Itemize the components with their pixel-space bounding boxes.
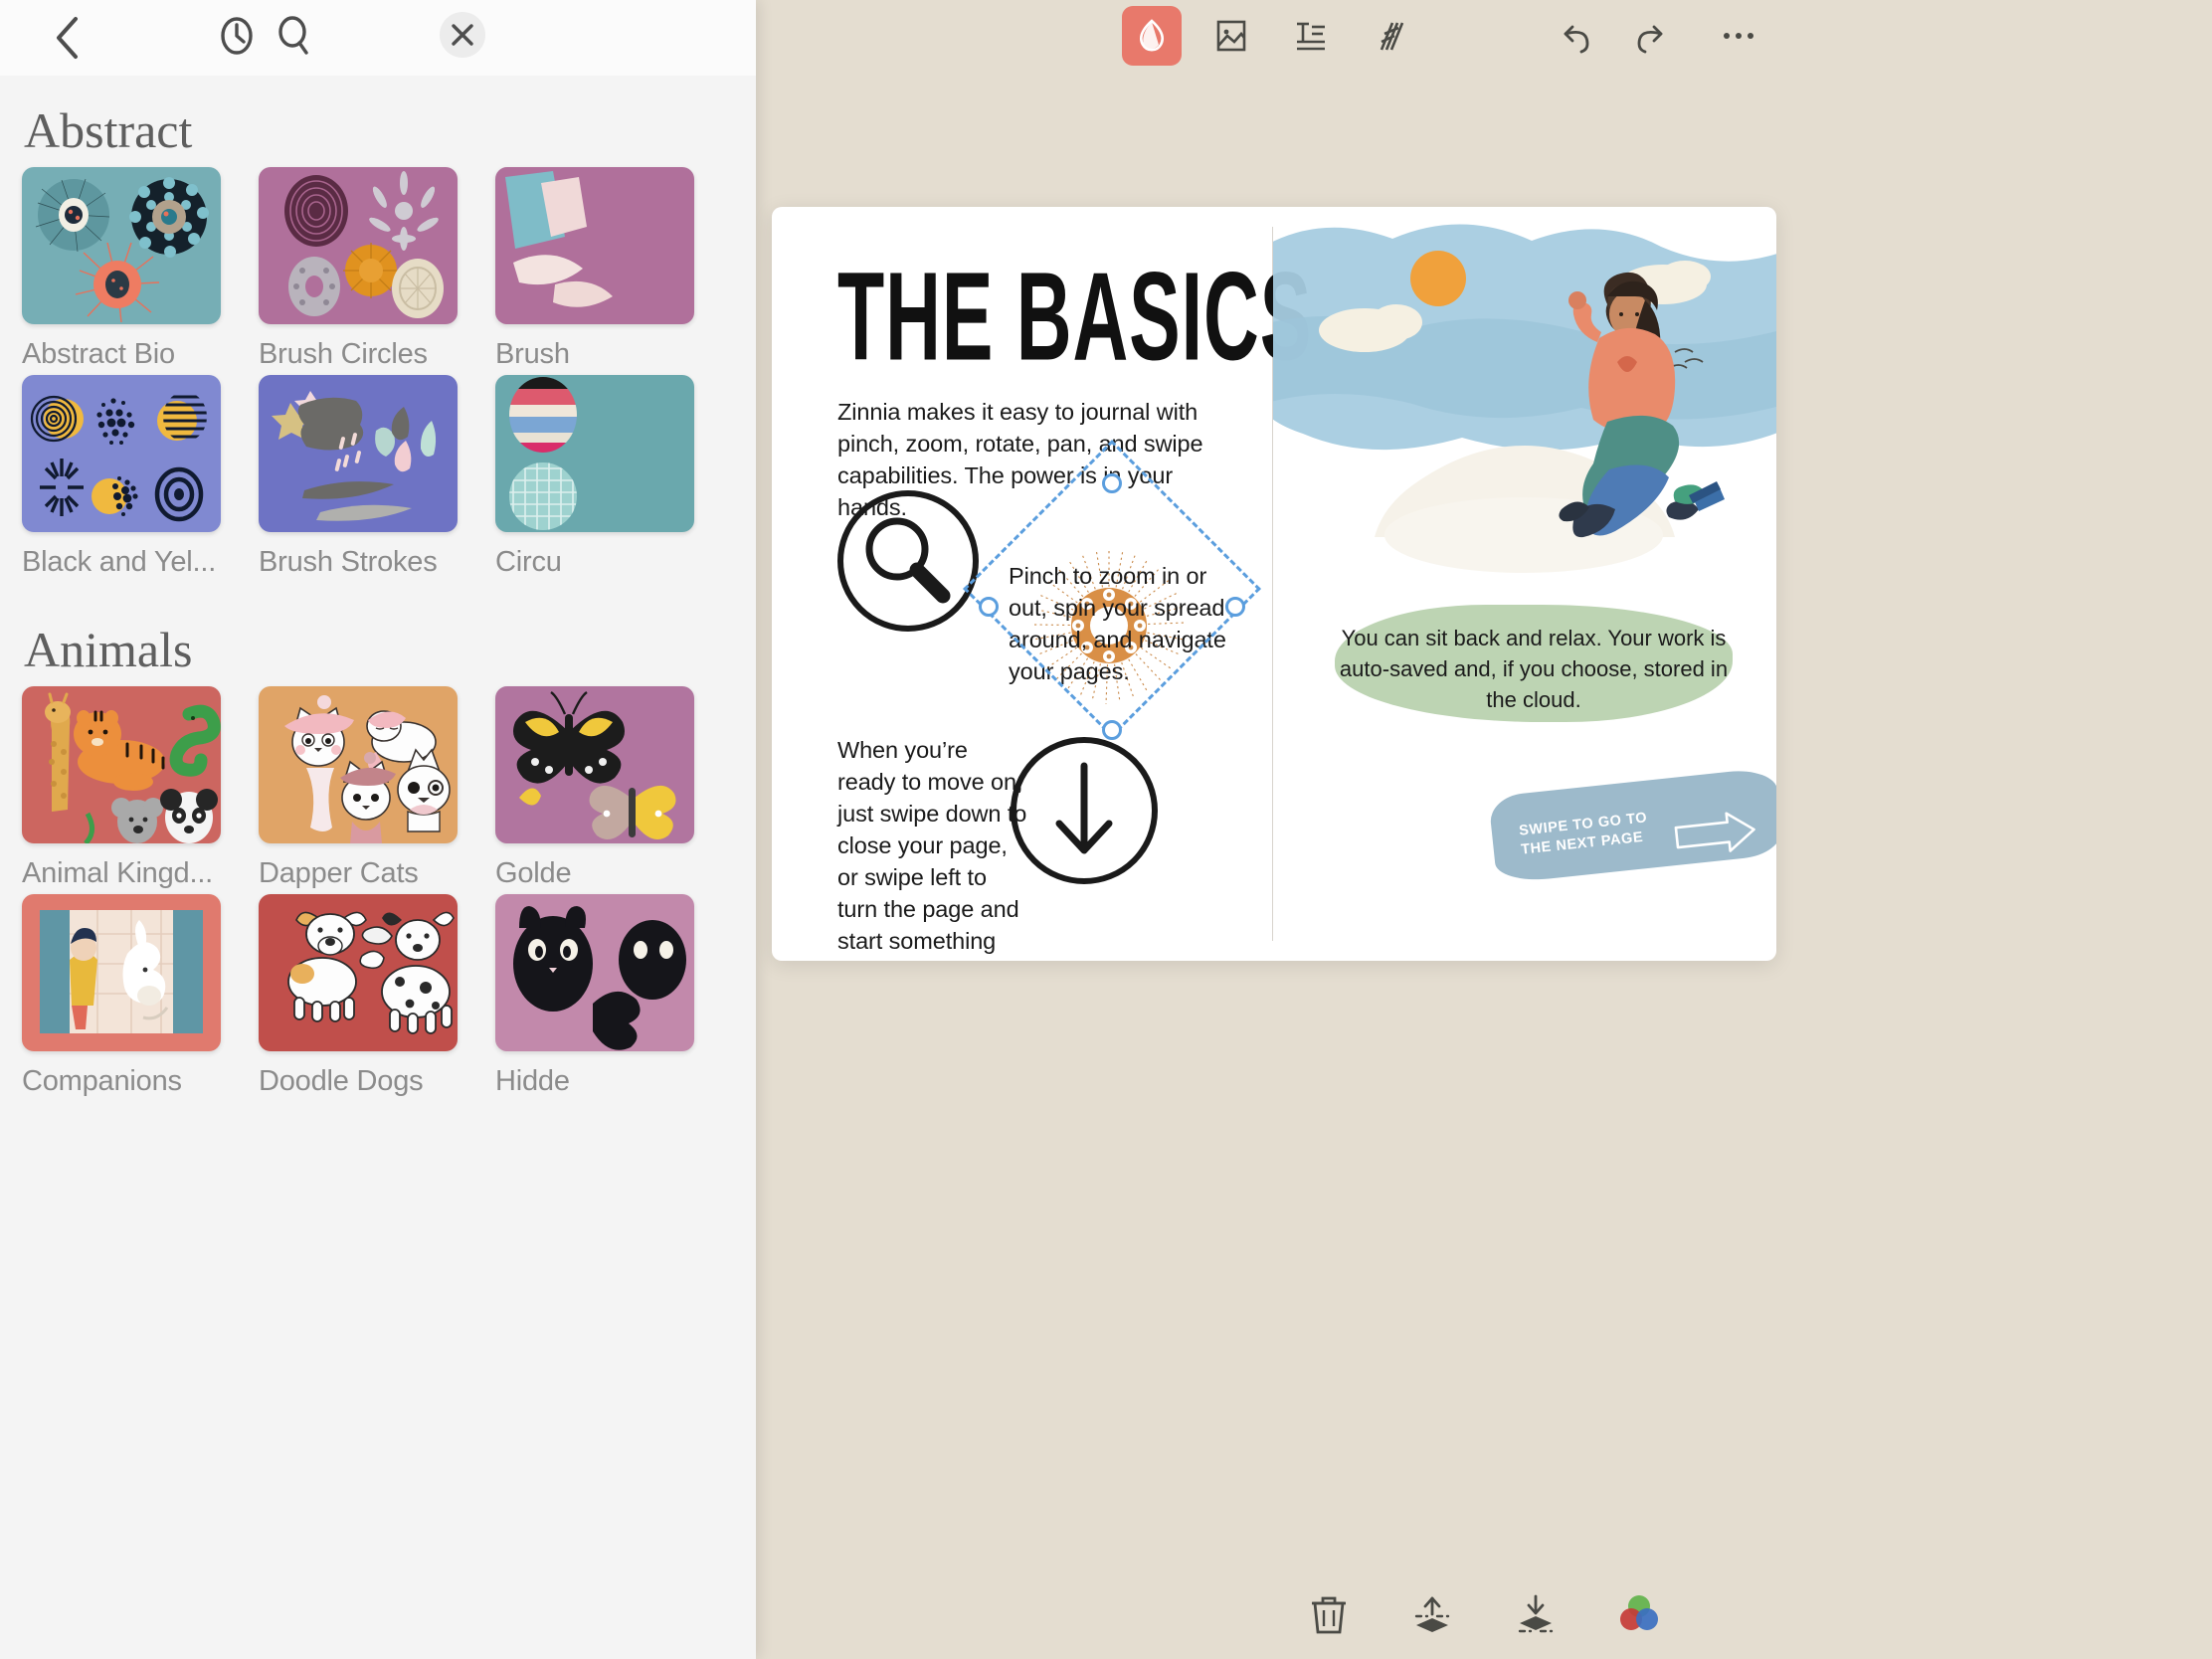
pack-grid-abstract: Abstract Bio Brush Circles Brush Black a… [0,167,756,583]
pack-label: Animal Kingd... [22,857,214,889]
journal-spread[interactable]: THE BASICS Zinnia makes it easy to journ… [772,207,1776,961]
pack-label: Doodle Dogs [259,1065,424,1097]
sticker-pack-companions[interactable]: Companions [22,894,239,1098]
pack-thumbnail[interactable] [495,894,694,1051]
magnifier-illustration [833,489,983,639]
selection-handle-top[interactable] [1102,473,1122,493]
sticker-pack-animal-kingdom[interactable]: Animal Kingd... [22,686,239,890]
sticker-pack-black-and-yellow[interactable]: Black and Yel... [22,375,239,579]
pack-label: Companions [22,1065,182,1097]
selection-handle-right[interactable] [1225,597,1245,617]
app-root: Abstract Abstract Bio Brush Circles Brus… [0,0,2212,1659]
sticker-pack-circular[interactable]: Circu [495,375,712,579]
sticker-pack-abstract-bio[interactable]: Abstract Bio [22,167,239,371]
sticker-pack-brush-3[interactable]: Brush [495,167,712,371]
redo-button[interactable] [1621,8,1677,64]
sticker-pack-dapper-cats[interactable]: Dapper Cats [259,686,475,890]
pack-label: Golde [495,857,572,889]
sticker-tool-button[interactable] [1122,6,1182,66]
pack-label: Dapper Cats [259,857,419,889]
pack-thumbnail[interactable] [259,375,458,532]
sticker-pack-brush-circles[interactable]: Brush Circles [259,167,475,371]
section-heading-animals: Animals [24,622,193,677]
undo-button[interactable] [1550,8,1605,64]
next-page-arrow-icon [1671,808,1761,865]
pack-label: Black and Yel... [22,546,217,578]
send-backward-button[interactable] [1507,1585,1565,1643]
color-blend-button[interactable] [1610,1585,1668,1643]
pack-label: Circu [495,546,562,578]
selection-handle-bottom[interactable] [1102,720,1122,740]
page-title: THE BASICS [837,246,1313,387]
more-options-button[interactable] [1711,8,1766,64]
back-button[interactable] [44,14,92,62]
image-tool-button[interactable] [1203,8,1259,64]
pack-thumbnail[interactable] [495,375,694,532]
pack-label: Brush Strokes [259,546,438,578]
bring-forward-button[interactable] [1403,1585,1461,1643]
draw-tool-button[interactable] [1363,8,1418,64]
text-tool-button[interactable] [1283,8,1339,64]
journal-page-left: THE BASICS Zinnia makes it easy to journ… [772,207,1311,961]
sticker-panel-toolbar [0,0,756,76]
pack-label: Brush Circles [259,338,428,370]
pack-label: Abstract Bio [22,338,175,370]
sticker-pack-list[interactable]: Abstract Abstract Bio Brush Circles Brus… [0,76,756,1659]
pack-label: Hidde [495,1065,570,1097]
arrow-down-illustration [1008,734,1162,888]
sticker-pack-golden[interactable]: Golde [495,686,712,890]
pack-thumbnail[interactable] [22,375,221,532]
sticker-pack-brush-strokes[interactable]: Brush Strokes [259,375,475,579]
pack-label: Brush [495,338,570,370]
pack-thumbnail[interactable] [495,686,694,843]
relax-paragraph: You can sit back and relax. Your work is… [1339,626,1729,712]
pack-thumbnail[interactable] [495,167,694,324]
selection-handle-left[interactable] [979,597,999,617]
illustration-person [1559,272,1725,538]
sticker-library-panel: Abstract Abstract Bio Brush Circles Brus… [0,0,756,1659]
delete-button[interactable] [1300,1585,1358,1643]
pack-thumbnail[interactable] [22,167,221,324]
pack-thumbnail[interactable] [259,686,458,843]
search-icon[interactable] [271,12,318,60]
pack-thumbnail[interactable] [259,167,458,324]
sticker-pack-hidden[interactable]: Hidde [495,894,712,1098]
clock-icon[interactable] [213,12,261,60]
close-icon[interactable] [440,12,485,58]
sticker-pack-doodle-dogs[interactable]: Doodle Dogs [259,894,475,1098]
journal-editor: THE BASICS Zinnia makes it easy to journ… [756,0,2212,1659]
pack-thumbnail[interactable] [259,894,458,1051]
pack-grid-animals: Animal Kingd... Dapper Cats Golde Compan… [0,686,756,1102]
pack-thumbnail[interactable] [22,894,221,1051]
journal-page-right: You can sit back and relax. Your work is… [1273,207,1776,961]
pack-thumbnail[interactable] [22,686,221,843]
editor-toolbar [756,0,2212,72]
swipe-paragraph: When you’re ready to move on, just swipe… [837,737,1027,961]
object-action-toolbar [756,1585,2212,1643]
section-heading-abstract: Abstract [24,102,193,158]
